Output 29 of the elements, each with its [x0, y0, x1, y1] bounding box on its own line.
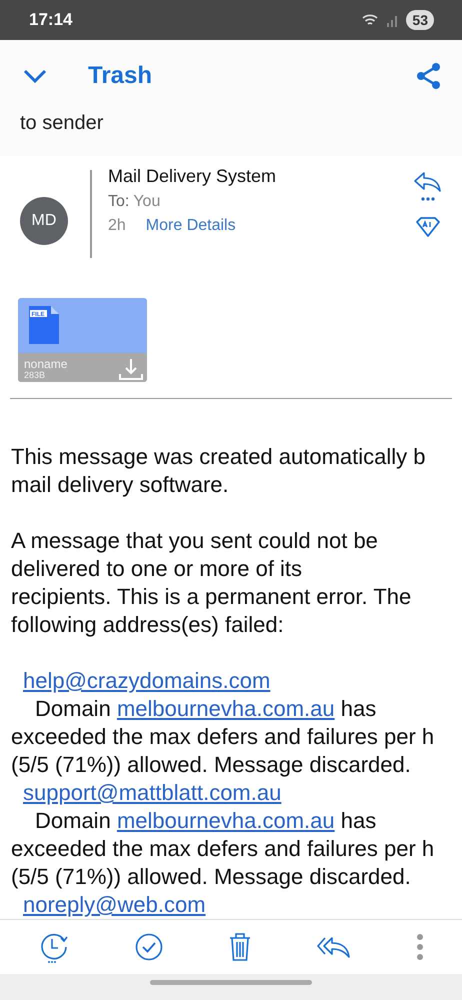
reply-icon[interactable]	[412, 170, 444, 202]
check-circle-icon	[134, 932, 164, 962]
email-link[interactable]: noreply@web.com	[23, 891, 206, 919]
message-paragraph: This message was created automatically b mail delivery software.	[11, 443, 427, 499]
share-icon[interactable]	[416, 62, 442, 90]
folder-title: Trash	[88, 62, 154, 90]
email-link[interactable]: help@crazydomains.com	[23, 667, 270, 695]
to-label: To:	[108, 193, 130, 211]
message-paragraph: A message that you sent could not be delivered to one or more of its recipients. This is a permanent error. The following address(es) failed:	[11, 527, 412, 639]
sender-avatar: MD	[20, 197, 68, 245]
domain-link[interactable]: melbournevha.com.au	[116, 808, 335, 833]
email-link[interactable]: support@mattblatt.com.au	[23, 779, 282, 807]
domain-link[interactable]: melbournevha.com.au	[116, 696, 335, 721]
more-details-link[interactable]: More Details	[146, 217, 236, 235]
attachment-size: 283B	[24, 371, 46, 380]
sender-name: Mail Delivery System	[108, 166, 278, 187]
battery-level: 53	[406, 10, 434, 30]
ai-diamond-icon[interactable]	[415, 216, 441, 238]
error-paragraph: Domain melbournevha.com.au has exceeded the max defers and failures per h (5/5 (71%)) allowed. Message discarded.	[11, 695, 436, 779]
recipient-name: You	[133, 193, 160, 211]
more-icon	[416, 933, 424, 961]
attachment-name: noname	[24, 358, 68, 370]
wifi-icon	[362, 13, 380, 27]
error-paragraph: Domain melbournevha.com.au has exceeded the max defers and failures per h (5/5 (71%)) allowed. Message discarded.	[11, 807, 436, 891]
status-time: 17:14	[29, 10, 72, 30]
trash-icon	[228, 932, 252, 962]
subject-text: to sender	[20, 112, 104, 134]
chevron-down-icon[interactable]	[22, 68, 48, 84]
message-age: 2h	[108, 217, 126, 235]
